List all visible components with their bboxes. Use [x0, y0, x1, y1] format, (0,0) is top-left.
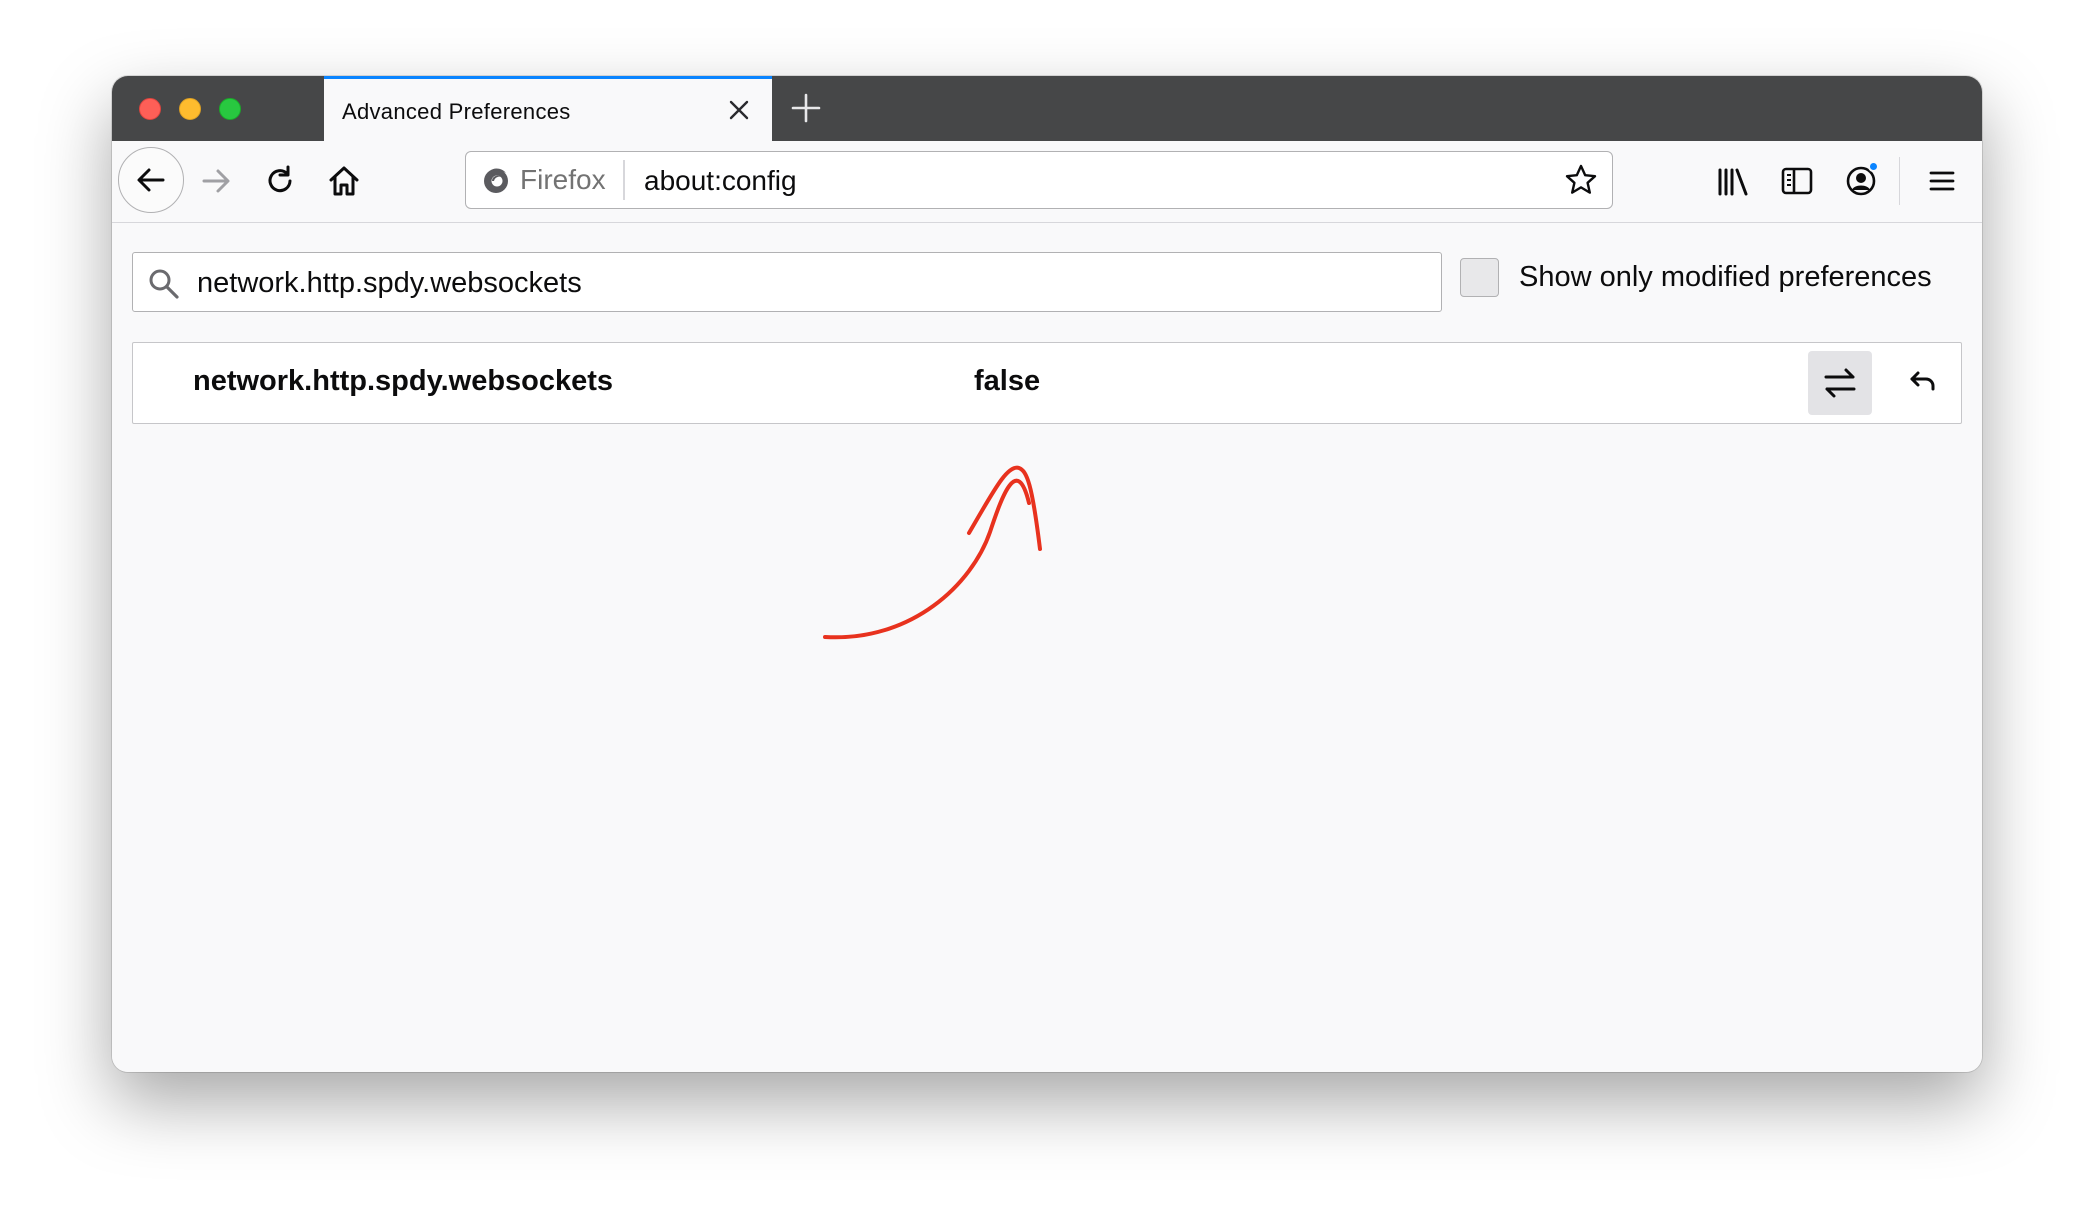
browser-window: Advanced Preferences Firefox about:confi… [112, 76, 1982, 1072]
back-button[interactable] [118, 147, 184, 213]
reset-icon [1910, 371, 1935, 391]
reload-button[interactable] [260, 161, 300, 201]
toggle-icon [1824, 368, 1856, 398]
forward-button[interactable] [196, 161, 236, 201]
preference-name: network.http.spdy.websockets [193, 365, 614, 397]
notification-badge [1868, 161, 1879, 172]
forward-arrow-icon [202, 169, 230, 193]
identity-box[interactable]: Firefox [480, 162, 606, 198]
back-arrow-icon [137, 168, 165, 192]
plus-icon[interactable] [788, 90, 824, 126]
star-icon[interactable] [1564, 163, 1598, 197]
tab-title: Advanced Preferences [342, 99, 571, 124]
modified-label[interactable]: Show only modified preferences [1519, 261, 1932, 294]
sidebar-icon [1781, 167, 1813, 195]
identity-label: Firefox [520, 164, 606, 195]
close-icon[interactable] [726, 97, 752, 123]
toggle-button[interactable] [1808, 351, 1872, 415]
window-close-button[interactable] [139, 98, 161, 120]
reload-icon [268, 165, 292, 193]
url-separator [623, 160, 625, 200]
search-icon [149, 269, 179, 299]
window-maximize-button[interactable] [219, 98, 241, 120]
search-value: network.http.spdy.websockets [197, 267, 582, 299]
library-button[interactable] [1713, 161, 1753, 201]
firefox-logo-icon [484, 168, 508, 193]
home-icon [329, 166, 359, 196]
sidebar-button[interactable] [1777, 161, 1817, 201]
account-button[interactable] [1841, 161, 1881, 201]
menu-icon [1929, 171, 1955, 191]
url-bar[interactable]: Firefox about:config [465, 151, 1613, 209]
modified-filter[interactable]: Show only modified preferences [1460, 258, 1932, 297]
menu-button[interactable] [1922, 161, 1962, 201]
library-icon [1718, 168, 1748, 196]
reset-button[interactable] [1890, 351, 1954, 415]
tab-advanced-preferences[interactable]: Advanced Preferences [324, 76, 772, 141]
window-minimize-button[interactable] [179, 98, 201, 120]
navigation-toolbar: Firefox about:config [112, 141, 1982, 223]
search-input[interactable]: network.http.spdy.websockets [132, 252, 1442, 312]
page-content: network.http.spdy.websockets Show only m… [112, 224, 1982, 1072]
home-button[interactable] [324, 161, 364, 201]
toolbar-separator [1899, 157, 1900, 205]
url-text[interactable]: about:config [644, 165, 797, 197]
preference-value[interactable]: false [974, 365, 1040, 398]
modified-checkbox[interactable] [1460, 258, 1499, 297]
preference-row[interactable]: network.http.spdy.websockets false [132, 342, 1962, 424]
titlebar: Advanced Preferences [112, 76, 1982, 141]
